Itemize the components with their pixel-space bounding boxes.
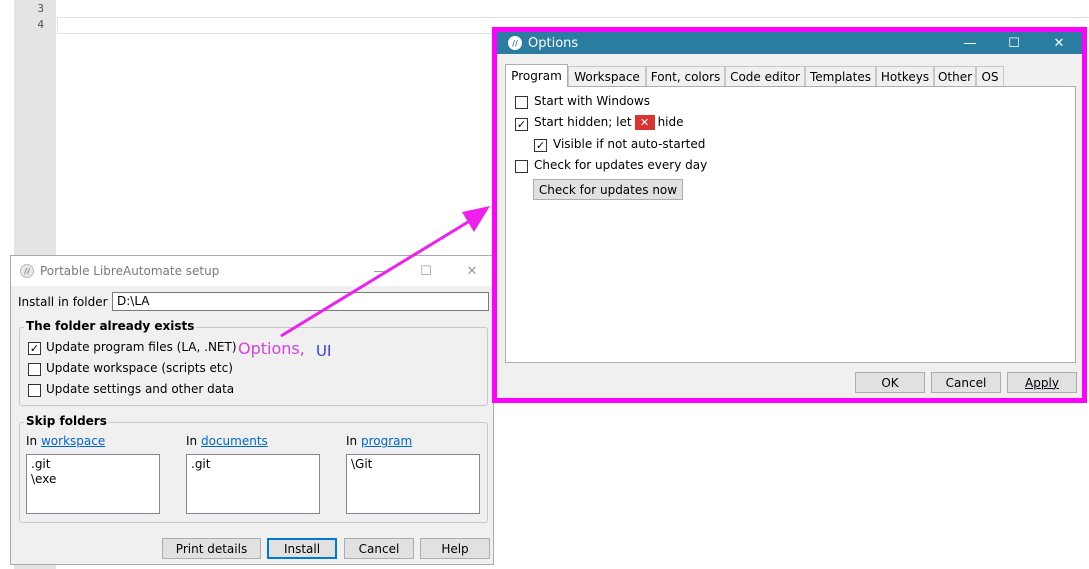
checkmark-icon: ✓ xyxy=(535,139,546,152)
minimize-icon[interactable]: — xyxy=(947,32,993,54)
tab-workspace[interactable]: Workspace xyxy=(568,66,646,86)
annotation-options-text: Options, xyxy=(238,339,305,358)
tab-program[interactable]: Program xyxy=(505,64,568,87)
tab-templates[interactable]: Templates xyxy=(805,66,876,86)
close-icon[interactable]: ✕ xyxy=(1036,32,1082,54)
hide-text: hide xyxy=(657,115,684,129)
visible-if-not-autostarted-checkbox[interactable]: ✓ xyxy=(534,139,547,152)
options-titlebar[interactable]: // Options — ☐ ✕ xyxy=(497,32,1082,54)
check-updates-now-button[interactable]: Check for updates now xyxy=(533,179,683,200)
checkmark-icon: ✓ xyxy=(516,118,527,131)
x-close-badge-icon: ✕ xyxy=(634,115,655,130)
options-window: // Options — ☐ ✕ Program Workspace Font,… xyxy=(497,32,1082,398)
tab-font-colors[interactable]: Font, colors xyxy=(646,66,725,86)
apply-button[interactable]: Apply xyxy=(1007,372,1077,393)
check-updates-daily-label: Check for updates every day xyxy=(534,158,708,172)
annotation-ui-text: UI xyxy=(316,342,332,360)
options-title: Options xyxy=(528,36,579,51)
cancel-button[interactable]: Cancel xyxy=(931,372,1001,393)
tab-hotkeys[interactable]: Hotkeys xyxy=(876,66,934,86)
program-tab-panel: Start with Windows ✓ Start hidden; let ✕ h… xyxy=(505,86,1076,363)
ok-button[interactable]: OK xyxy=(855,372,925,393)
start-hidden-label: Start hidden; let ✕ hide xyxy=(534,115,684,130)
tab-code-editor[interactable]: Code editor xyxy=(725,66,805,86)
check-updates-daily-checkbox[interactable] xyxy=(515,160,528,173)
tab-other[interactable]: Other xyxy=(934,66,976,86)
visible-if-not-autostarted-label: Visible if not auto-started xyxy=(553,137,706,151)
start-hidden-text: Start hidden; let xyxy=(534,115,632,129)
start-hidden-checkbox[interactable]: ✓ xyxy=(515,118,528,131)
tab-os[interactable]: OS xyxy=(976,66,1004,86)
libreautomate-logo-icon: // xyxy=(508,36,522,50)
maximize-icon[interactable]: ☐ xyxy=(991,32,1037,54)
start-with-windows-label: Start with Windows xyxy=(534,94,650,108)
start-with-windows-checkbox[interactable] xyxy=(515,96,528,109)
